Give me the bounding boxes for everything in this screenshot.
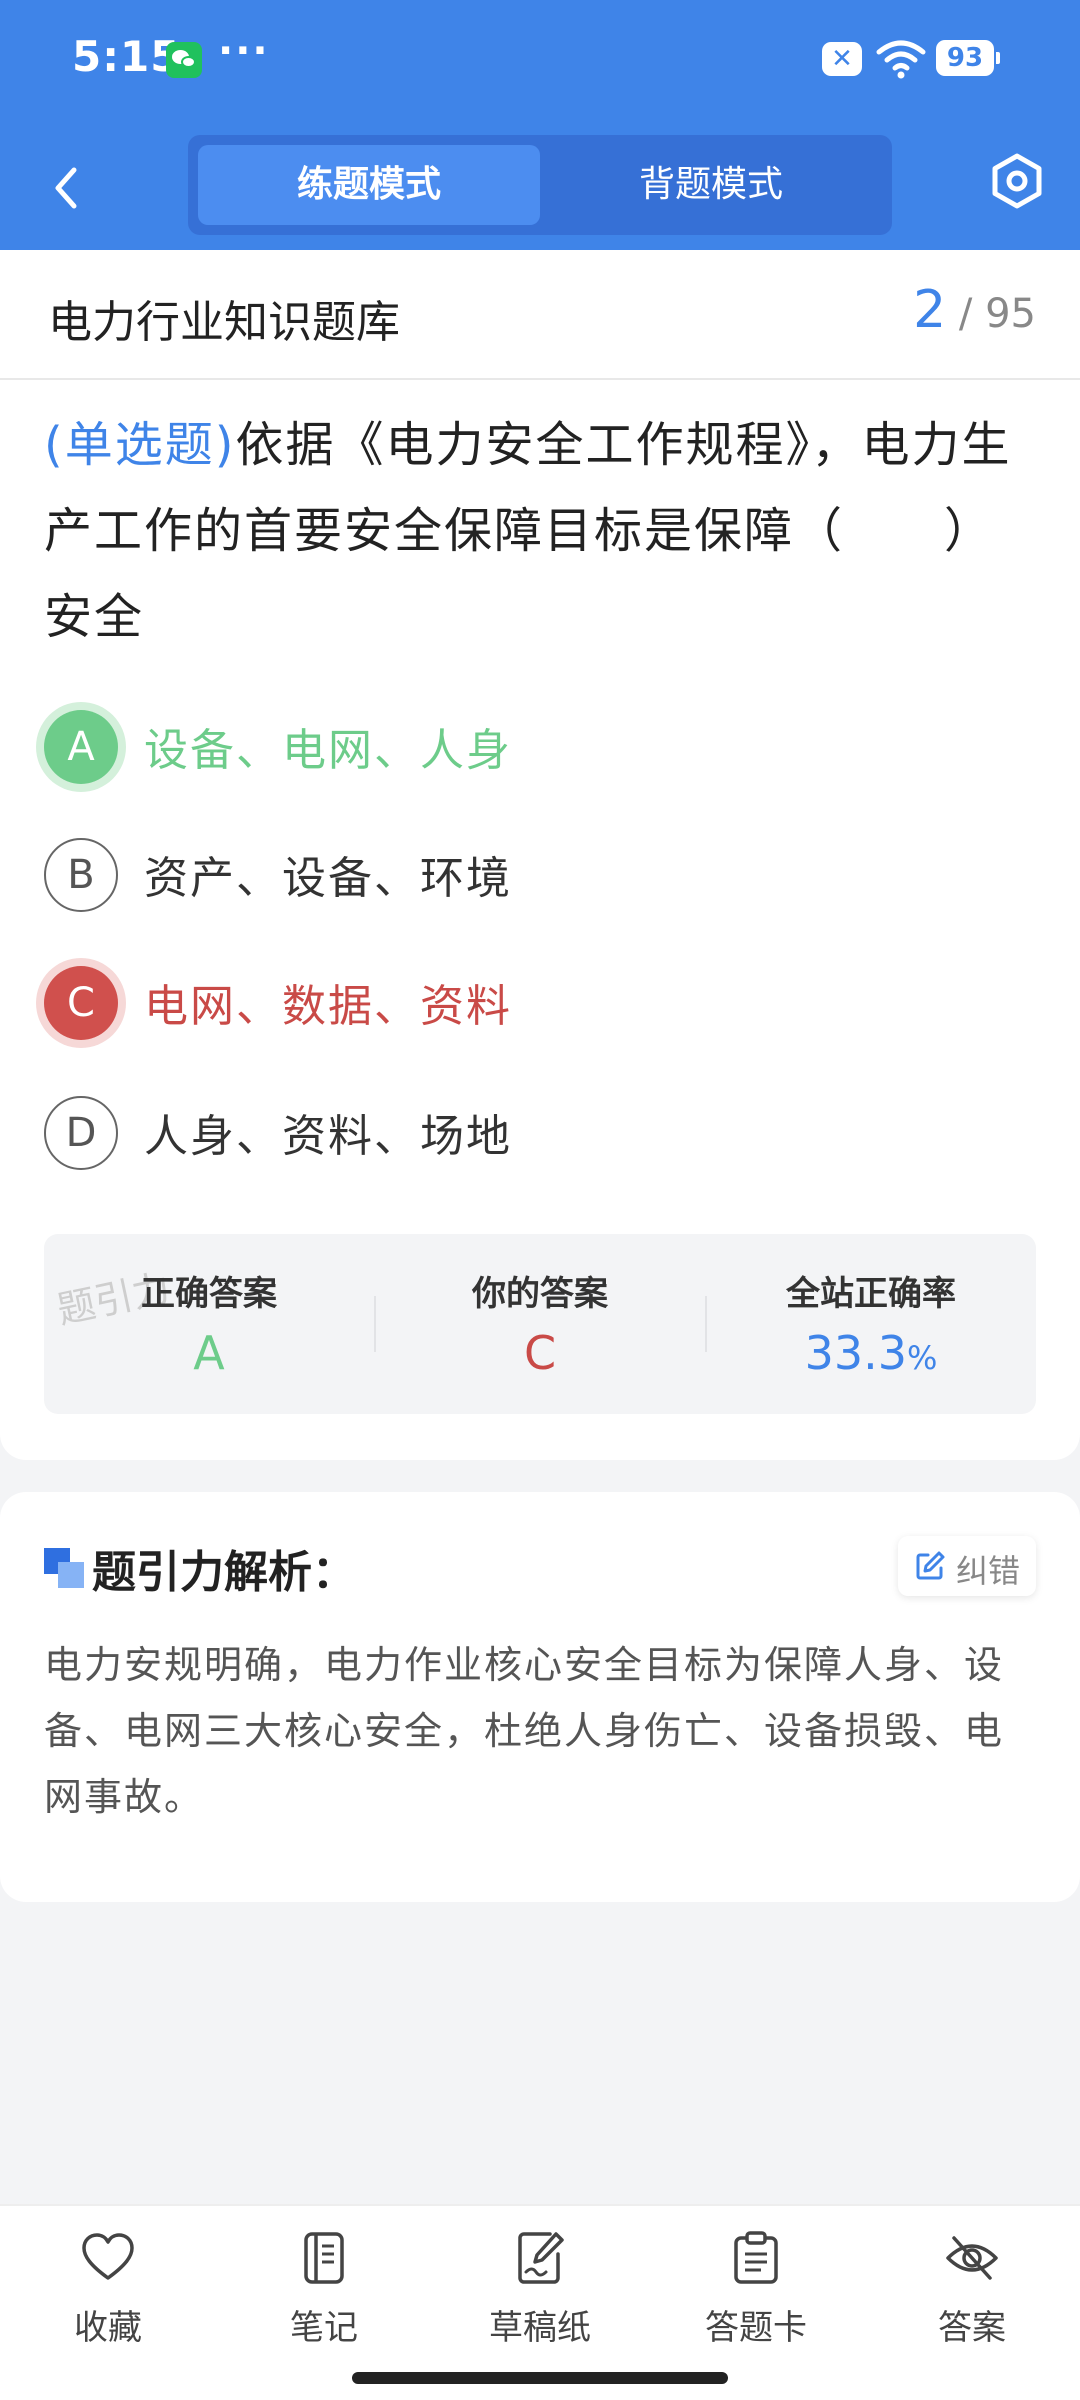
- draft-paper-icon: [518, 2232, 564, 2284]
- option-c[interactable]: C 电网、数据、资料: [44, 966, 944, 1042]
- notes-label: 笔记: [290, 2308, 358, 2348]
- wechat-icon: [166, 42, 202, 78]
- total-question-count: / 95: [958, 291, 1036, 337]
- settings-icon[interactable]: [988, 152, 1046, 210]
- answer-card-label: 答题卡: [705, 2308, 807, 2348]
- option-c-text: 电网、数据、资料: [144, 981, 512, 1032]
- close-badge-icon: ✕: [822, 42, 862, 76]
- header: 5:15 ··· ✕ 93 练题模式 背题模式: [0, 0, 1080, 250]
- nav-bar: 练题模式 背题模式: [0, 130, 1080, 240]
- option-d[interactable]: D 人身、资料、场地: [44, 1096, 944, 1172]
- status-bar: 5:15 ··· ✕ 93: [0, 0, 1080, 120]
- site-accuracy-stat: 全站正确率 33.3%: [706, 1234, 1036, 1414]
- back-icon[interactable]: [40, 158, 90, 218]
- question-card: 电力行业知识题库 2 / 95 (单选题)依据《电力安全工作规程》，电力生产工作…: [0, 250, 1080, 1460]
- bottom-toolbar: 收藏 笔记 草稿纸 答题卡 答案: [0, 2204, 1080, 2400]
- site-accuracy-unit: %: [907, 1339, 938, 1377]
- question-text: (单选题)依据《电力安全工作规程》，电力生产工作的首要安全保障目标是保障（ ）安…: [44, 402, 1040, 660]
- battery-icon: 93: [936, 40, 1000, 76]
- favorite-label: 收藏: [74, 2308, 142, 2348]
- draft-paper-label: 草稿纸: [489, 2308, 591, 2348]
- your-answer-stat: 你的答案 C: [375, 1234, 705, 1414]
- draft-paper-button[interactable]: 草稿纸: [432, 2230, 648, 2360]
- wifi-icon: [876, 40, 926, 79]
- tab-memorize-mode[interactable]: 背题模式: [540, 145, 882, 225]
- status-time: 5:15: [72, 32, 181, 81]
- report-error-label: 纠错: [956, 1552, 1021, 1590]
- edit-icon: [916, 1551, 945, 1580]
- site-accuracy-label: 全站正确率: [786, 1274, 956, 1314]
- correct-answer-value: A: [193, 1326, 225, 1380]
- option-a-text: 设备、电网、人身: [144, 725, 512, 776]
- your-answer-value: C: [523, 1326, 557, 1380]
- question-progress: 2 / 95: [913, 280, 1036, 340]
- option-b[interactable]: B 资产、设备、环境: [44, 838, 944, 914]
- option-d-text: 人身、资料、场地: [144, 1111, 512, 1162]
- question-type: (单选题): [44, 417, 236, 473]
- option-b-text: 资产、设备、环境: [144, 853, 512, 904]
- answer-stats: 题引力 正确答案 A 你的答案 C 全站正确率 33.3%: [44, 1234, 1036, 1414]
- show-answer-label: 答案: [938, 2308, 1006, 2348]
- analysis-title: 题引力解析：: [92, 1547, 356, 1598]
- current-question-number: 2: [913, 280, 947, 340]
- option-c-letter: C: [44, 966, 118, 1040]
- eye-off-icon: [946, 2236, 998, 2280]
- notes-button[interactable]: 笔记: [216, 2230, 432, 2360]
- correct-answer-label: 正确答案: [141, 1274, 277, 1314]
- heart-icon: [82, 2233, 134, 2280]
- show-answer-button[interactable]: 答案: [864, 2230, 1080, 2360]
- analysis-icon: [44, 1548, 84, 1588]
- analysis-text: 电力安规明确，电力作业核心安全目标为保障人身、设备、电网三大核心安全，杜绝人身伤…: [44, 1643, 1005, 1819]
- home-indicator[interactable]: [352, 2372, 728, 2384]
- option-a[interactable]: A 设备、电网、人身: [44, 710, 944, 786]
- clipboard-icon: [734, 2231, 778, 2284]
- your-answer-label: 你的答案: [472, 1274, 608, 1314]
- option-d-letter: D: [44, 1096, 118, 1170]
- mode-switch: 练题模式 背题模式: [188, 135, 892, 235]
- option-a-letter: A: [44, 710, 118, 784]
- favorite-button[interactable]: 收藏: [0, 2230, 216, 2360]
- question-bank-title: 电力行业知识题库: [48, 297, 400, 348]
- more-notifications-icon: ···: [218, 28, 270, 74]
- answer-card-button[interactable]: 答题卡: [648, 2230, 864, 2360]
- correct-answer-stat: 正确答案 A: [44, 1234, 374, 1414]
- question-bank-row: 电力行业知识题库 2 / 95: [0, 250, 1080, 380]
- option-b-letter: B: [44, 838, 118, 912]
- analysis-card: 题引力解析： 纠错 电力安规明确，电力作业核心安全目标为保障人身、设备、电网三大…: [0, 1492, 1080, 1902]
- site-accuracy-value: 33.3%: [706, 1326, 1036, 1380]
- notebook-icon: [304, 2232, 344, 2284]
- report-error-button[interactable]: 纠错: [898, 1536, 1036, 1596]
- site-accuracy-number: 33.3: [804, 1326, 907, 1380]
- tab-practice-mode[interactable]: 练题模式: [198, 145, 540, 225]
